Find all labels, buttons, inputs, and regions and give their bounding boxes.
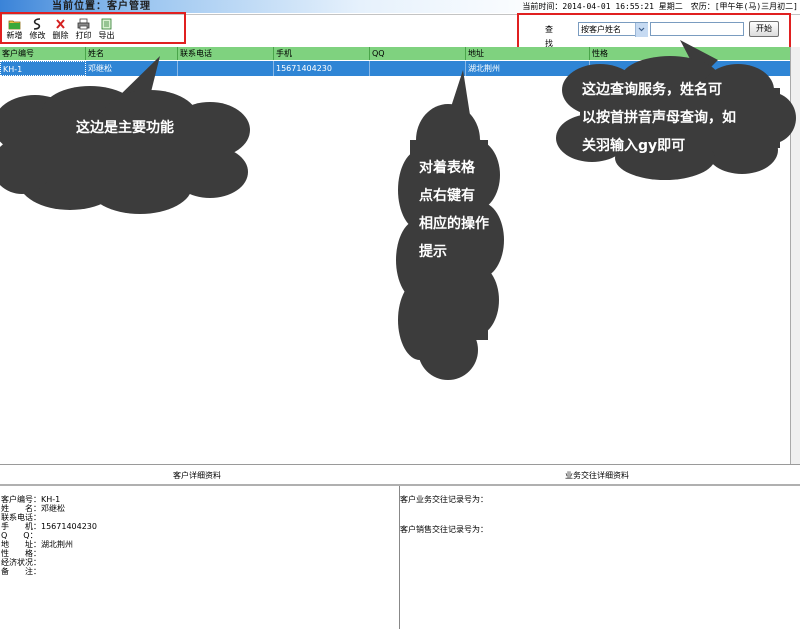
- search-help-text: 这边查询服务，姓名可 以按首拼音声母查询，如 关羽输入gy即可: [582, 76, 736, 160]
- right-click-line: 对着表格: [419, 160, 475, 176]
- search-help-line: 关羽输入gy即可: [582, 138, 686, 154]
- main-function-text: 这边是主要功能: [76, 120, 174, 136]
- right-click-text: 对着表格 点右键有 相应的操作 提示: [419, 154, 489, 266]
- right-click-line: 提示: [419, 244, 447, 260]
- right-click-line: 点右键有: [419, 188, 475, 204]
- right-click-line: 相应的操作: [419, 216, 489, 232]
- search-help-line: 以按首拼音声母查询，如: [582, 110, 736, 126]
- search-help-line: 这边查询服务，姓名可: [582, 82, 722, 98]
